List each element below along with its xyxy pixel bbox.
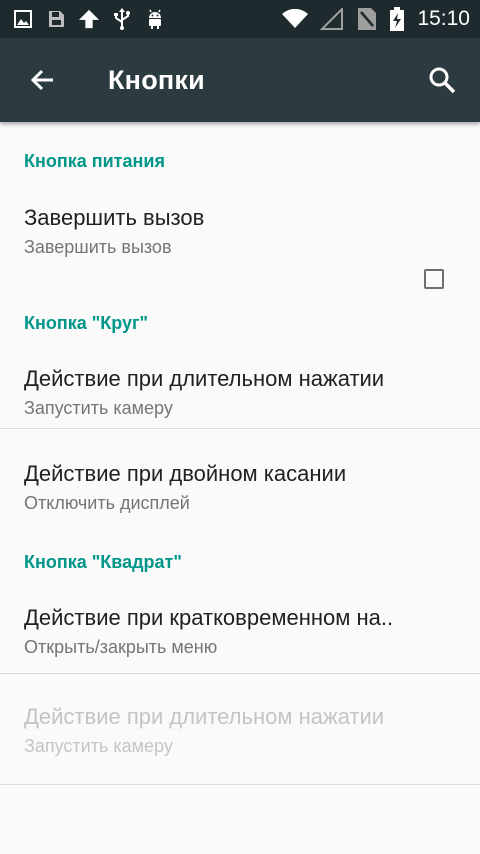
- pref-summary: Отключить дисплей: [24, 493, 190, 513]
- pref-title: Действие при кратковременном на..: [24, 605, 394, 630]
- pref-summary: Запустить камеру: [24, 736, 173, 756]
- end-call-checkbox[interactable]: [424, 269, 444, 289]
- battery-charging-icon: [389, 7, 405, 31]
- pref-circle-double-tap[interactable]: Действие при двойном касании Отключить д…: [0, 429, 480, 529]
- android-icon: [144, 8, 166, 30]
- wifi-icon: [281, 8, 309, 30]
- image-icon: [12, 8, 34, 30]
- signal-empty-icon: [319, 8, 345, 30]
- preferences-list: Кнопка питания Завершить вызов Завершить…: [0, 122, 480, 785]
- divider: [0, 784, 480, 785]
- pref-end-call[interactable]: Завершить вызов Завершить вызов: [0, 172, 480, 289]
- pref-summary: Открыть/закрыть меню: [24, 637, 218, 657]
- search-button[interactable]: [422, 60, 462, 100]
- page-title: Кнопки: [108, 64, 205, 95]
- usb-icon: [111, 8, 133, 30]
- section-header-circle: Кнопка "Круг": [24, 313, 149, 333]
- sd-card-icon: [45, 8, 67, 30]
- pref-square-long-press: Действие при длительном нажатии Запустит…: [0, 674, 480, 784]
- arrow-back-icon: [30, 69, 53, 91]
- section-header-power: Кнопка питания: [24, 151, 165, 171]
- back-button[interactable]: [22, 60, 62, 100]
- search-icon: [429, 67, 456, 94]
- status-bar: 15:10: [0, 0, 480, 38]
- pref-title: Действие при длительном нажатии: [24, 704, 385, 729]
- pref-title: Действие при двойном касании: [24, 461, 347, 486]
- section-header-square: Кнопка "Квадрат": [24, 552, 182, 572]
- clock: 15:10: [417, 7, 470, 30]
- pref-square-short-press[interactable]: Действие при кратковременном на.. Открыт…: [0, 573, 480, 673]
- pref-summary: Завершить вызов: [24, 237, 172, 257]
- pref-title: Завершить вызов: [24, 205, 205, 230]
- pref-title: Действие при длительном нажатии: [24, 366, 385, 391]
- pref-summary: Запустить камеру: [24, 398, 173, 418]
- upload-arrow-icon: [78, 8, 100, 30]
- no-sim-icon: [355, 8, 379, 30]
- app-bar: Кнопки: [0, 38, 480, 122]
- pref-circle-long-press[interactable]: Действие при длительном нажатии Запустит…: [0, 334, 480, 428]
